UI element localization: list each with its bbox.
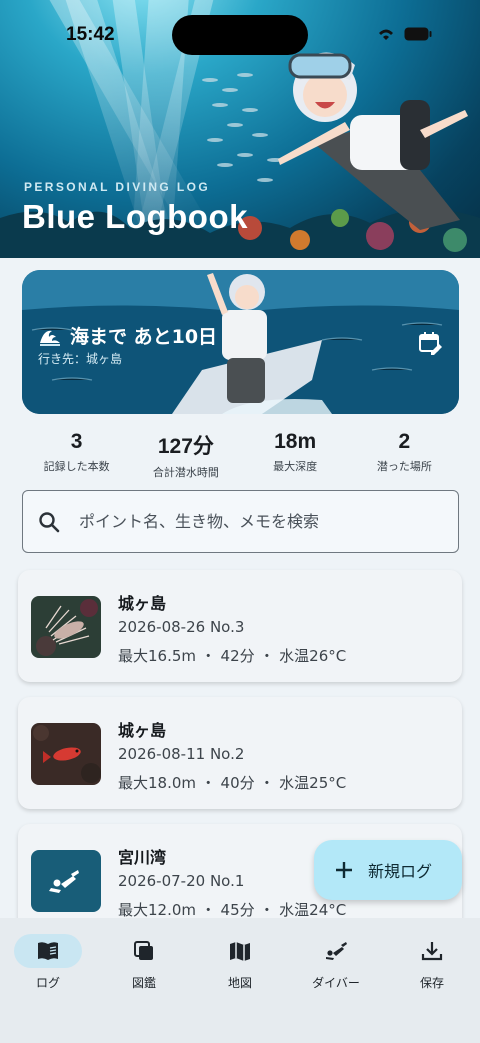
nav-item-log[interactable]: ログ: [0, 918, 96, 1043]
hero-subtitle: PERSONAL DIVING LOG: [24, 180, 211, 194]
diver-icon: [326, 942, 347, 960]
diver-icon: [49, 870, 79, 893]
log-entry-card[interactable]: 城ヶ島 2026-08-11 No.2 最大18.0m ・ 40分 ・ 水温25…: [18, 697, 462, 809]
nav-label: 図鑑: [131, 976, 156, 990]
map-icon: [230, 942, 250, 961]
search-input[interactable]: [79, 512, 439, 531]
stat-value: 127分: [157, 435, 214, 458]
stat-dive-count: 3 記録した本数: [22, 430, 131, 480]
stat-value: 3: [70, 430, 83, 453]
collection-icon: [134, 941, 153, 960]
log-date-number: 2026-08-11 No.2: [118, 745, 245, 763]
nav-item-save[interactable]: 保存: [384, 918, 480, 1043]
trip-destination: 行き先：城ヶ島: [38, 352, 123, 366]
nav-item-collection[interactable]: 図鑑: [96, 918, 192, 1043]
trip-countdown-text: 海まで あと10日: [70, 326, 218, 348]
log-date-number: 2026-07-20 No.1: [118, 872, 245, 890]
lionfish-photo: [31, 596, 101, 658]
log-dive-stats: 最大12.0m ・ 45分 ・ 水温24°C: [118, 901, 347, 919]
log-thumbnail: [31, 850, 101, 912]
stat-total-time: 127分 合計潜水時間: [131, 430, 240, 480]
download-icon: [421, 942, 443, 961]
log-entry-card[interactable]: 城ヶ島 2026-08-26 No.3 最大16.5m ・ 42分 ・ 水温26…: [18, 570, 462, 682]
wave-icon: [40, 330, 60, 346]
new-log-label: 新規ログ: [368, 862, 433, 881]
log-dive-stats: 最大18.0m ・ 40分 ・ 水温25°C: [118, 774, 347, 792]
nav-item-diver[interactable]: ダイバー: [288, 918, 384, 1043]
book-icon: [38, 942, 58, 960]
stat-label: 記録した本数: [43, 460, 110, 473]
log-dive-stats: 最大16.5m ・ 42分 ・ 水温26°C: [118, 647, 347, 665]
stat-label: 合計潜水時間: [152, 466, 219, 479]
log-date-number: 2026-08-26 No.3: [118, 618, 245, 636]
red-fish-photo: [31, 723, 101, 785]
search-bar[interactable]: [22, 490, 459, 553]
wifi-icon: [379, 29, 393, 40]
stat-max-depth: 18m 最大深度: [241, 430, 350, 480]
log-thumbnail: [31, 723, 101, 785]
trip-countdown-title: 海まで あと10日: [38, 322, 217, 349]
log-location: 城ヶ島: [118, 721, 167, 740]
log-location: 城ヶ島: [118, 594, 167, 613]
bottom-navigation: ログ 図鑑 地図 ダイバー 保存: [0, 918, 480, 1043]
search-icon: [39, 511, 60, 532]
new-log-button[interactable]: 新規ログ: [314, 840, 462, 900]
nav-item-map[interactable]: 地図: [192, 918, 288, 1043]
stats-summary: 3 記録した本数 127分 合計潜水時間 18m 最大深度 2 潜った場所: [22, 430, 459, 480]
stat-value: 2: [398, 430, 411, 453]
plus-icon: [336, 862, 352, 878]
stat-label: 潜った場所: [376, 460, 432, 473]
status-bar: 15:42: [0, 0, 480, 70]
hero-banner: 15:42 PERSONAL DIVING LOG Blue Logbook: [0, 0, 480, 258]
stat-label: 最大深度: [273, 460, 318, 473]
nav-label: ログ: [35, 976, 60, 990]
log-location: 宮川湾: [118, 848, 167, 867]
calendar-edit-icon[interactable]: [417, 330, 443, 356]
stat-locations: 2 潜った場所: [350, 430, 459, 480]
status-time: 15:42: [66, 24, 115, 45]
app-title: Blue Logbook: [22, 198, 248, 235]
stat-value: 18m: [274, 430, 317, 453]
trip-countdown-card[interactable]: 海まで あと10日 行き先：城ヶ島: [22, 270, 459, 414]
nav-label: ダイバー: [312, 976, 360, 990]
log-thumbnail: [31, 596, 101, 658]
dynamic-island: [172, 15, 308, 55]
nav-label: 地図: [227, 976, 252, 990]
battery-icon: [404, 27, 432, 41]
nav-label: 保存: [419, 976, 444, 990]
status-icons: [376, 26, 432, 42]
